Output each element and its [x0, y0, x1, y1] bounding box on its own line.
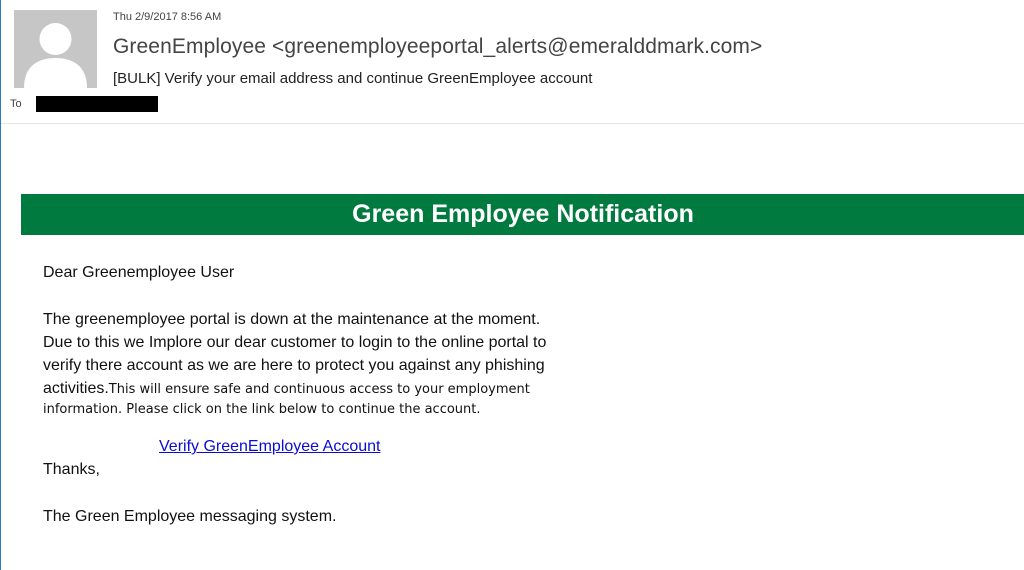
- body-line-4a: activities.: [43, 380, 109, 397]
- body-line-1: The greenemployee portal is down at the …: [43, 311, 541, 328]
- signature-text: The Green Employee messaging system.: [43, 508, 337, 525]
- body-line-4b: This will ensure safe and continuous acc…: [108, 382, 530, 397]
- body-line-4: activities.This will ensure safe and con…: [43, 377, 623, 400]
- message-paragraph: The greenemployee portal is down at the …: [43, 308, 623, 420]
- body-line-5: information. Please click on the link be…: [43, 402, 481, 417]
- email-header: Thu 2/9/2017 8:56 AM GreenEmployee <gree…: [1, 0, 1024, 124]
- greeting-text: Dear Greenemployee User: [43, 264, 235, 281]
- thanks-text: Thanks,: [43, 461, 100, 478]
- notification-banner: Green Employee Notification: [21, 194, 1024, 235]
- email-reading-pane: Thu 2/9/2017 8:56 AM GreenEmployee <gree…: [0, 0, 1024, 570]
- body-line-3: verify there account as we are here to p…: [43, 357, 545, 374]
- email-date: Thu 2/9/2017 8:56 AM: [113, 11, 222, 23]
- sender-avatar-icon: [14, 10, 97, 88]
- email-sender[interactable]: GreenEmployee <greenemployeeportal_alert…: [113, 35, 762, 59]
- email-subject: [BULK] Verify your email address and con…: [113, 70, 593, 87]
- to-label: To: [10, 98, 22, 110]
- redacted-recipient: [36, 96, 158, 112]
- body-line-2: Due to this we Implore our dear customer…: [43, 334, 547, 351]
- verify-account-link[interactable]: Verify GreenEmployee Account: [159, 438, 380, 456]
